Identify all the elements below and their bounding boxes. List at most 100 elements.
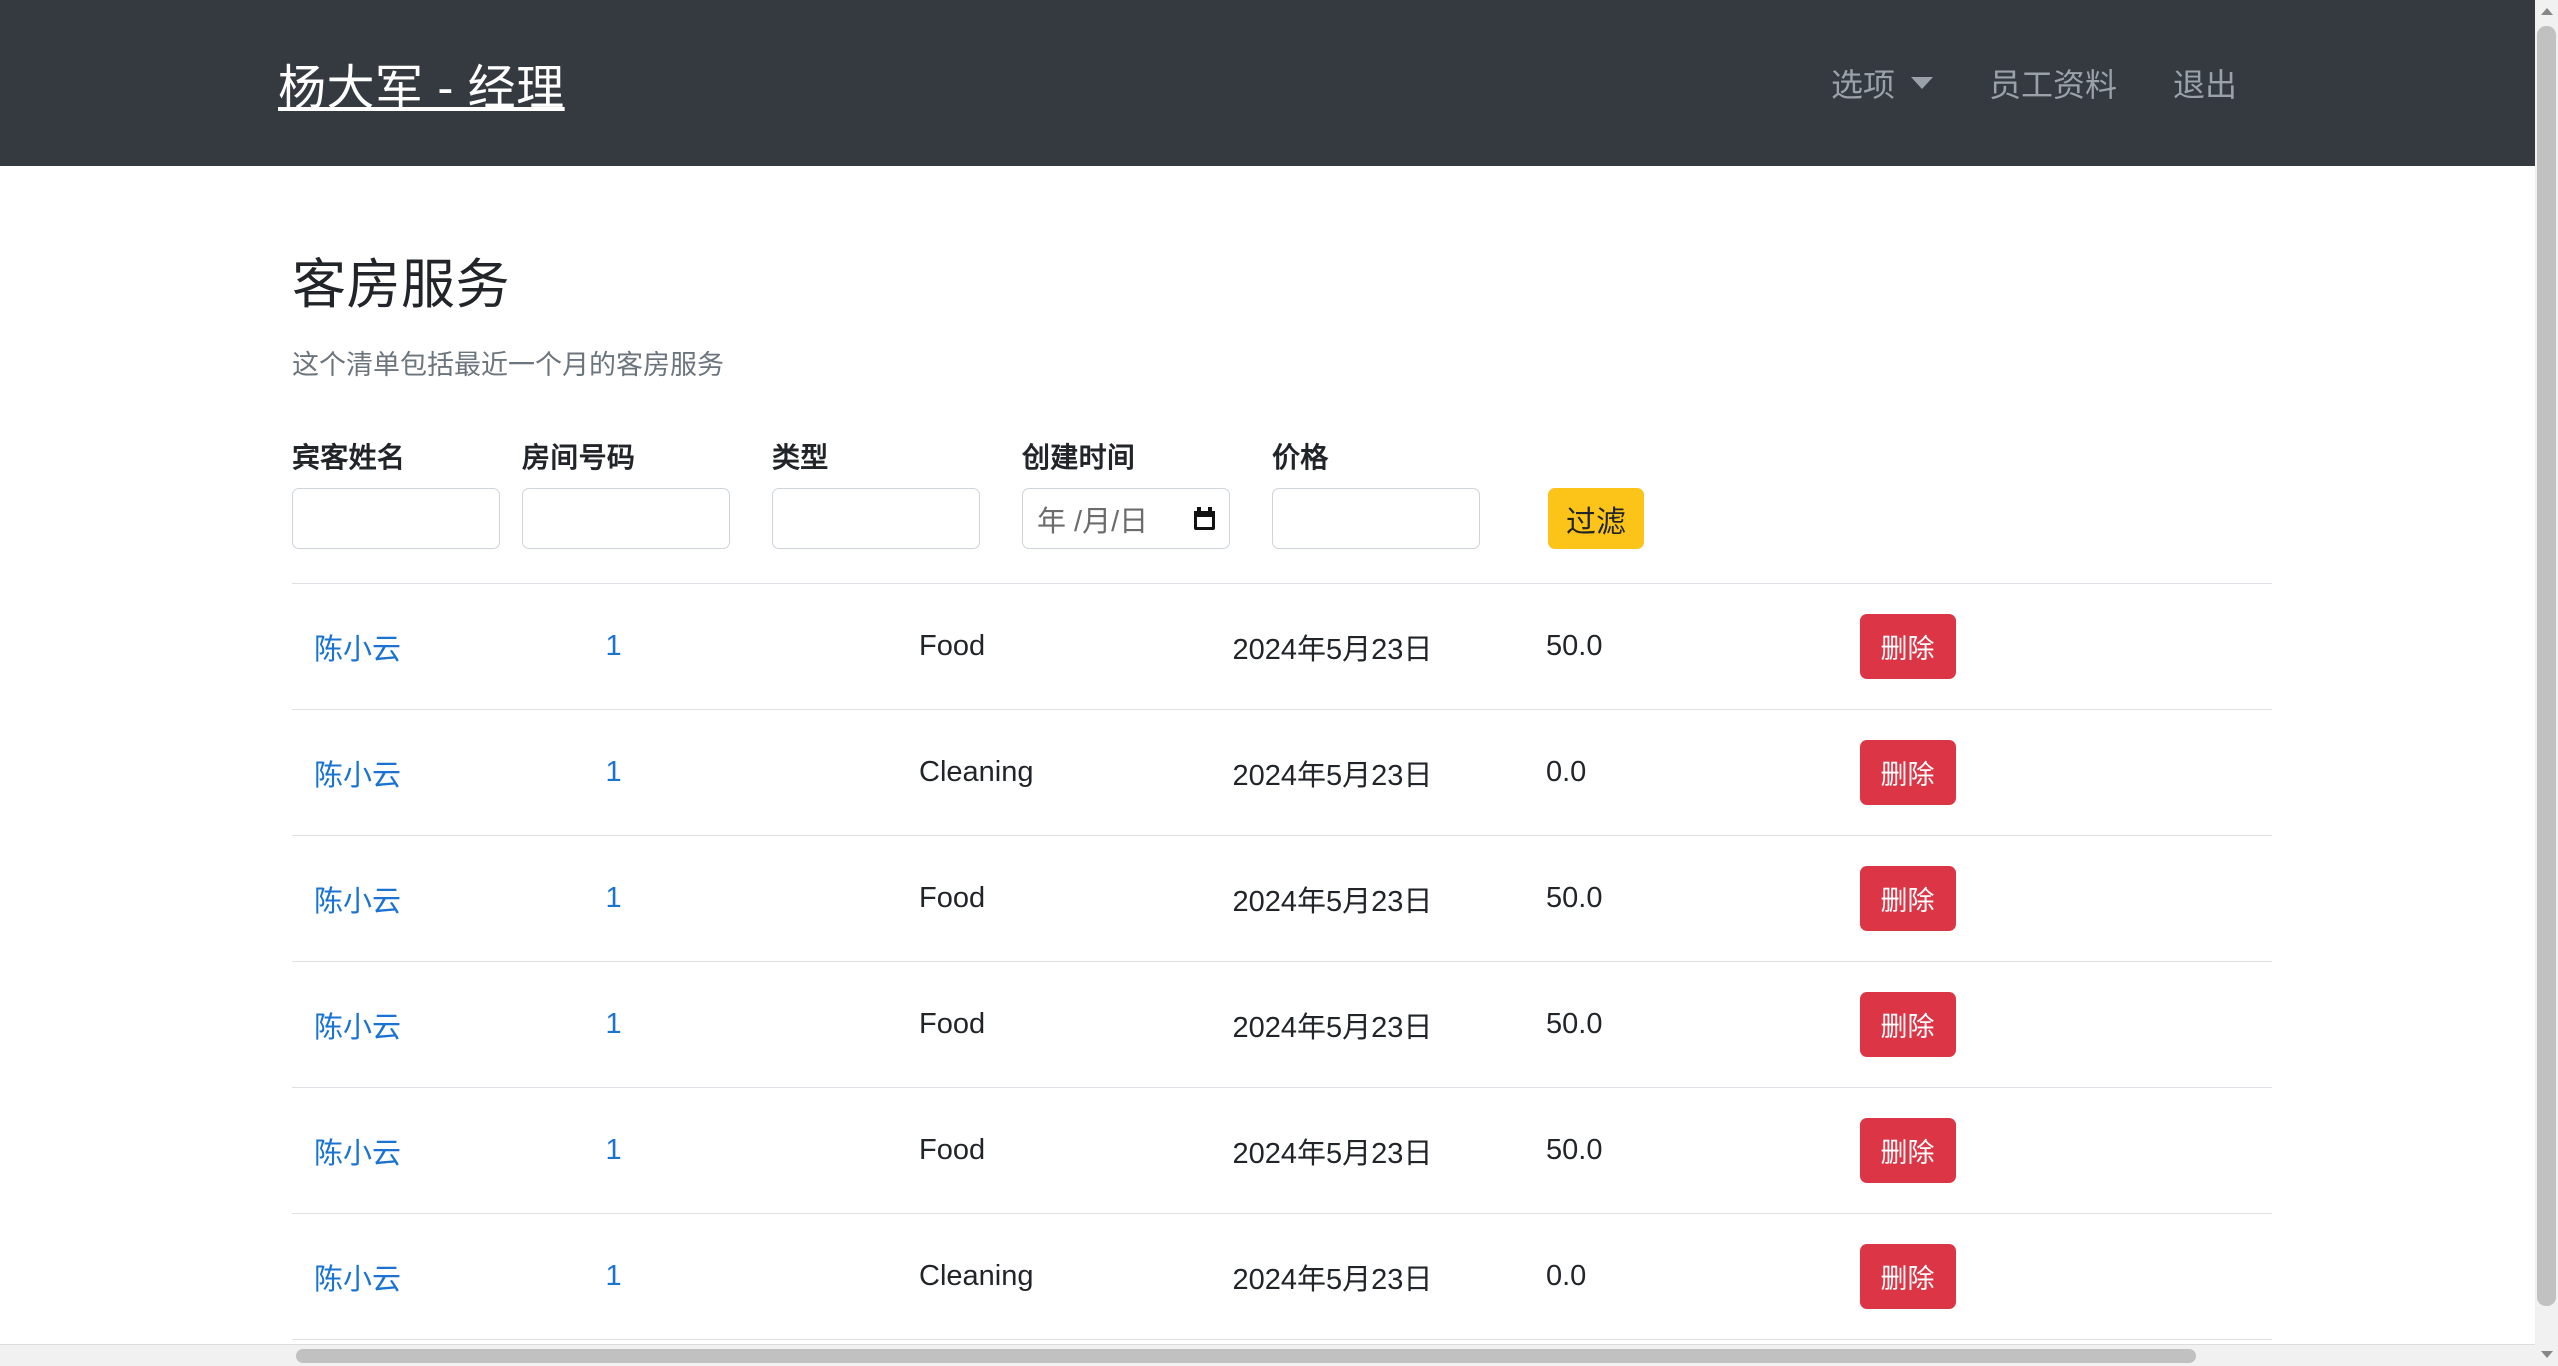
calendar-icon[interactable] xyxy=(1194,507,1215,530)
filter-label-created-at: 创建时间 xyxy=(1022,442,1136,473)
cell-type: Food xyxy=(919,583,1233,710)
table-row: 陈小云 1 Cleaning 2024年5月23日 0.0 删除 xyxy=(292,1213,2272,1340)
cell-created-at: 2024年5月23日 xyxy=(1232,583,1546,710)
cell-room-number: 1 xyxy=(605,1087,919,1214)
cell-price: 50.0 xyxy=(1546,835,1860,962)
room-service-table: 陈小云 1 Food 2024年5月23日 50.0 删除 陈小云 1 Cleaning 2024… xyxy=(292,583,2272,1366)
room-service-table-body: 陈小云 1 Food 2024年5月23日 50.0 删除 陈小云 1 Cleaning 2024… xyxy=(292,583,2272,1366)
filter-label-guest-name: 宾客姓名 xyxy=(292,442,406,473)
filter-group-price: 价格 xyxy=(1272,436,1500,549)
guest-name-input[interactable] xyxy=(292,488,500,549)
filter-group-guest-name: 宾客姓名 xyxy=(292,436,500,549)
top-navbar: 杨大军 - 经理 选项 员工资料 退出 xyxy=(0,0,2535,166)
horizontal-scrollbar-thumb[interactable] xyxy=(296,1349,2196,1363)
cell-created-at: 2024年5月23日 xyxy=(1232,709,1546,836)
cell-price: 50.0 xyxy=(1546,961,1860,1088)
room-service-table-wrap: 陈小云 1 Food 2024年5月23日 50.0 删除 陈小云 1 Cleaning 2024… xyxy=(292,583,2272,1366)
cell-room-number: 1 xyxy=(605,961,919,1088)
scroll-down-button[interactable] xyxy=(2535,1343,2558,1366)
page-title: 客房服务 xyxy=(292,255,510,315)
cell-created-at: 2024年5月23日 xyxy=(1232,1213,1546,1340)
chevron-up-icon xyxy=(2540,8,2553,15)
cell-type: Food xyxy=(919,961,1233,1088)
table-row: 陈小云 1 Food 2024年5月23日 50.0 删除 xyxy=(292,961,2272,1088)
filter-submit-button[interactable]: 过滤 xyxy=(1548,488,1644,549)
created-at-date-box[interactable]: 年 /月/日 xyxy=(1022,488,1230,549)
cell-room-number: 1 xyxy=(605,583,919,710)
guest-name-link[interactable]: 陈小云 xyxy=(314,1138,401,1170)
room-number-link[interactable]: 1 xyxy=(606,1008,622,1040)
price-input[interactable] xyxy=(1272,488,1480,549)
cell-created-at: 2024年5月23日 xyxy=(1232,835,1546,962)
room-number-link[interactable]: 1 xyxy=(606,1134,622,1166)
horizontal-scrollbar[interactable] xyxy=(0,1344,2535,1366)
cell-guest-name: 陈小云 xyxy=(292,961,606,1088)
room-number-link[interactable]: 1 xyxy=(606,1260,622,1292)
cell-type: Food xyxy=(919,835,1233,962)
nav-item-options[interactable]: 选项 xyxy=(1803,60,1961,106)
cell-guest-name: 陈小云 xyxy=(292,1213,606,1340)
cell-price: 50.0 xyxy=(1546,1087,1860,1214)
cell-actions: 删除 xyxy=(1859,583,2272,710)
vertical-scrollbar-thumb[interactable] xyxy=(2537,26,2556,1306)
cell-price: 50.0 xyxy=(1546,583,1860,710)
filter-group-room-number: 房间号码 xyxy=(522,436,750,549)
guest-name-link[interactable]: 陈小云 xyxy=(314,760,401,792)
vertical-scrollbar[interactable] xyxy=(2535,0,2558,1366)
guest-name-link[interactable]: 陈小云 xyxy=(314,1012,401,1044)
cell-actions: 删除 xyxy=(1859,1087,2272,1214)
nav-item-options-label: 选项 xyxy=(1830,67,1895,103)
delete-button[interactable]: 删除 xyxy=(1859,866,1956,931)
type-input[interactable] xyxy=(772,488,980,549)
created-at-placeholder: 年 /月/日 xyxy=(1037,505,1149,538)
nav-item-staff-profile[interactable]: 员工资料 xyxy=(1961,60,2145,106)
room-number-input[interactable] xyxy=(522,488,730,549)
cell-price: 0.0 xyxy=(1546,709,1860,836)
cell-guest-name: 陈小云 xyxy=(292,583,606,710)
filter-label-price: 价格 xyxy=(1272,442,1329,473)
filter-form: 宾客姓名 房间号码 类型 创建时间 年 /月/日 价格 过滤 xyxy=(292,436,2535,549)
cell-price: 0.0 xyxy=(1546,1213,1860,1340)
cell-guest-name: 陈小云 xyxy=(292,709,606,836)
filter-group-type: 类型 xyxy=(772,436,1000,549)
cell-room-number: 1 xyxy=(605,835,919,962)
cell-actions: 删除 xyxy=(1859,835,2272,962)
cell-type: Cleaning xyxy=(919,709,1233,836)
nav-item-logout[interactable]: 退出 xyxy=(2145,60,2265,106)
cell-actions: 删除 xyxy=(1859,961,2272,1088)
page-subtitle: 这个清单包括最近一个月的客房服务 xyxy=(292,350,724,380)
guest-name-link[interactable]: 陈小云 xyxy=(314,634,401,666)
created-at-date-input[interactable]: 年 /月/日 xyxy=(1022,488,1250,549)
table-row: 陈小云 1 Food 2024年5月23日 50.0 删除 xyxy=(292,835,2272,962)
table-row: 陈小云 1 Food 2024年5月23日 50.0 删除 xyxy=(292,583,2272,710)
scroll-up-button[interactable] xyxy=(2535,0,2558,23)
guest-name-link[interactable]: 陈小云 xyxy=(314,1264,401,1296)
delete-button[interactable]: 删除 xyxy=(1859,1118,1956,1183)
navbar-links: 选项 员工资料 退出 xyxy=(1803,60,2535,106)
chevron-down-icon xyxy=(2540,1351,2553,1358)
delete-button[interactable]: 删除 xyxy=(1859,614,1956,679)
delete-button[interactable]: 删除 xyxy=(1859,992,1956,1057)
room-number-link[interactable]: 1 xyxy=(606,630,622,662)
room-number-link[interactable]: 1 xyxy=(606,882,622,914)
cell-guest-name: 陈小云 xyxy=(292,835,606,962)
table-row: 陈小云 1 Cleaning 2024年5月23日 0.0 删除 xyxy=(292,709,2272,836)
cell-type: Cleaning xyxy=(919,1213,1233,1340)
browser-viewport: 杨大军 - 经理 选项 员工资料 退出 客房服务 这个清单包括最近一个月的客房服… xyxy=(0,0,2558,1366)
delete-button[interactable]: 删除 xyxy=(1859,1244,1956,1309)
cell-type: Food xyxy=(919,1087,1233,1214)
cell-room-number: 1 xyxy=(605,1213,919,1340)
navbar-brand[interactable]: 杨大军 - 经理 xyxy=(278,48,565,118)
cell-created-at: 2024年5月23日 xyxy=(1232,1087,1546,1214)
delete-button[interactable]: 删除 xyxy=(1859,740,1956,805)
cell-actions: 删除 xyxy=(1859,1213,2272,1340)
chevron-down-icon xyxy=(1910,77,1933,89)
main-container: 客房服务 这个清单包括最近一个月的客房服务 宾客姓名 房间号码 类型 创建时间 xyxy=(0,240,2535,1366)
room-number-link[interactable]: 1 xyxy=(606,756,622,788)
filter-label-room-number: 房间号码 xyxy=(522,442,636,473)
table-row: 陈小云 1 Food 2024年5月23日 50.0 删除 xyxy=(292,1087,2272,1214)
filter-label-type: 类型 xyxy=(772,442,829,473)
guest-name-link[interactable]: 陈小云 xyxy=(314,886,401,918)
cell-created-at: 2024年5月23日 xyxy=(1232,961,1546,1088)
cell-room-number: 1 xyxy=(605,709,919,836)
